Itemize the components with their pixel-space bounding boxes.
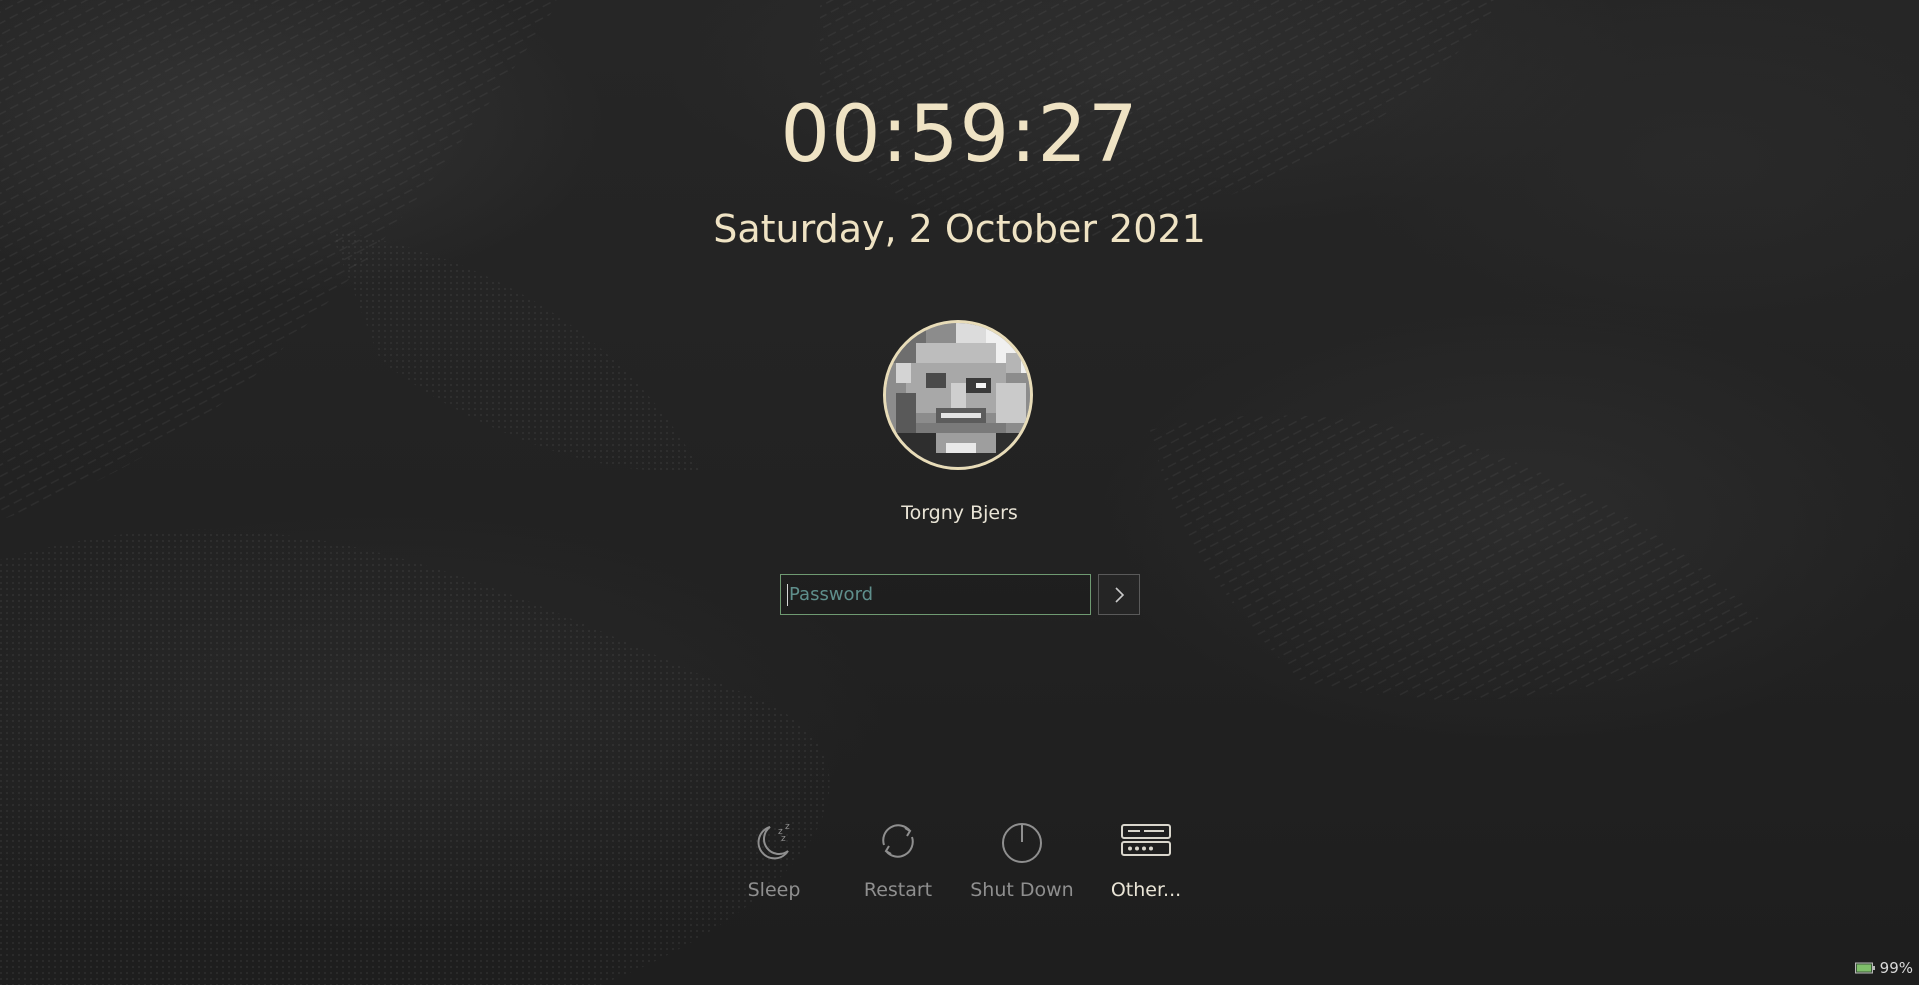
- power-actions: z z z Sleep Restart Shut Down Other...: [712, 815, 1212, 915]
- sleep-button[interactable]: z z z Sleep: [712, 815, 836, 901]
- switch-user-icon: [1121, 824, 1171, 856]
- clock-date: Saturday, 2 October 2021: [713, 207, 1206, 251]
- sleep-moon-icon: z z z: [757, 822, 790, 860]
- user-name: Torgny Bjers: [901, 502, 1018, 524]
- chevron-right-icon: [1115, 586, 1125, 603]
- restart-label: Restart: [863, 879, 933, 901]
- restart-button[interactable]: Restart: [836, 815, 960, 901]
- text-caret: [787, 584, 788, 606]
- clock-time: 00:59:27: [780, 90, 1139, 180]
- user-avatar[interactable]: [883, 320, 1033, 470]
- battery-icon: [1854, 962, 1875, 974]
- sleep-label: Sleep: [747, 879, 801, 901]
- other-label: Other...: [1110, 879, 1182, 901]
- user-avatar-photo: [886, 323, 1030, 467]
- battery-percent: 99%: [1879, 959, 1913, 977]
- svg-text:z: z: [785, 822, 790, 832]
- restart-icon: [882, 824, 914, 858]
- power-icon: [1002, 823, 1042, 863]
- battery-indicator[interactable]: 99%: [1854, 959, 1913, 977]
- password-input[interactable]: [780, 574, 1091, 615]
- lock-screen: 00:59:27 Saturday, 2 October 2021 Torgny…: [0, 0, 1919, 985]
- login-submit-button[interactable]: [1098, 574, 1140, 615]
- other-user-button[interactable]: Other...: [1084, 815, 1208, 901]
- shutdown-label: Shut Down: [970, 879, 1074, 901]
- shutdown-button[interactable]: Shut Down: [960, 815, 1084, 901]
- svg-text:z: z: [781, 834, 786, 844]
